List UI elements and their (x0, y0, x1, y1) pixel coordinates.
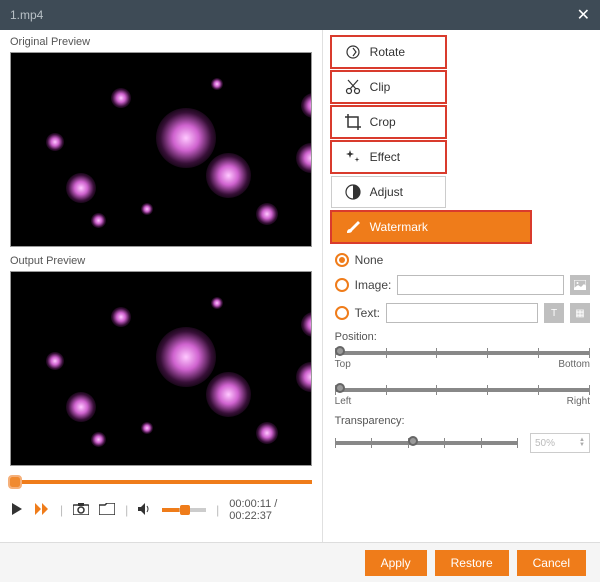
menu-adjust[interactable]: Adjust (331, 176, 446, 208)
playback-controls: | | | 00:00:11 / 00:22:37 (10, 498, 312, 522)
video-frame (11, 53, 311, 246)
radio-text-row: Text: T ▦ (335, 303, 590, 323)
radio-image-label: Image: (355, 278, 392, 292)
image-path-input[interactable] (397, 275, 564, 295)
rotate-icon (344, 43, 362, 61)
menu-label: Crop (370, 115, 396, 129)
apply-button[interactable]: Apply (365, 550, 427, 576)
menu-clip[interactable]: Clip (331, 71, 446, 103)
font-button[interactable]: T (544, 303, 564, 323)
position-vertical-slider[interactable] (335, 351, 590, 355)
separator: | (60, 503, 63, 517)
transparency-label: Transparency: (335, 415, 590, 427)
radio-text[interactable] (335, 306, 349, 320)
edit-panel: Rotate Clip Crop Effect Adjust Watermark… (323, 30, 600, 542)
radio-image[interactable] (335, 278, 349, 292)
menu-crop[interactable]: Crop (331, 106, 446, 138)
cancel-button[interactable]: Cancel (517, 550, 586, 576)
timeline-track[interactable] (10, 480, 312, 484)
footer: Apply Restore Cancel (0, 542, 600, 582)
volume-slider[interactable] (162, 508, 206, 512)
slider-thumb[interactable] (335, 346, 345, 356)
output-preview-label: Output Preview (10, 255, 312, 267)
scissors-icon (344, 78, 362, 96)
position-horizontal-slider[interactable] (335, 388, 590, 392)
menu-effect[interactable]: Effect (331, 141, 446, 173)
watermark-panel: None Image: Text: T ▦ Position: (335, 253, 590, 453)
brush-icon (344, 218, 362, 236)
stars-icon (344, 148, 362, 166)
position-label: Position: (335, 331, 590, 343)
radio-none[interactable] (335, 253, 349, 267)
position-section: Position: Top Bottom Left Right (335, 331, 590, 407)
text-input[interactable] (386, 303, 538, 323)
play-icon[interactable] (10, 502, 24, 519)
stepper-buttons[interactable]: ▲▼ (579, 438, 585, 448)
radio-text-label: Text: (355, 306, 380, 320)
radio-none-row: None (335, 253, 590, 267)
pos-right-label: Right (567, 396, 590, 407)
close-icon[interactable]: ✕ (577, 5, 590, 25)
restore-button[interactable]: Restore (435, 550, 509, 576)
video-frame (11, 272, 311, 465)
pos-left-label: Left (335, 396, 352, 407)
timeline[interactable] (10, 480, 312, 484)
titlebar: 1.mp4 ✕ (0, 0, 600, 30)
menu-label: Clip (370, 80, 391, 94)
slider-thumb[interactable] (335, 383, 345, 393)
fast-forward-icon[interactable] (34, 502, 50, 519)
transparency-section: Transparency: 50% ▲▼ (335, 415, 590, 453)
snapshot-icon[interactable] (73, 503, 89, 518)
transparency-slider[interactable] (335, 441, 518, 445)
window-title: 1.mp4 (10, 8, 43, 22)
timeline-thumb[interactable] (10, 477, 20, 487)
menu-label: Watermark (370, 220, 428, 234)
transparency-stepper[interactable]: 50% ▲▼ (530, 433, 590, 453)
menu-label: Rotate (370, 45, 405, 59)
image-browse-button[interactable] (570, 275, 590, 295)
main-area: Original Preview Output Preview (0, 30, 600, 542)
pos-top-label: Top (335, 359, 351, 370)
menu-label: Effect (370, 150, 400, 164)
menu-watermark[interactable]: Watermark (331, 211, 531, 243)
folder-icon[interactable] (99, 503, 115, 518)
volume-thumb[interactable] (180, 505, 190, 515)
volume-icon[interactable] (138, 503, 152, 518)
menu-rotate[interactable]: Rotate (331, 36, 446, 68)
separator: | (216, 503, 219, 517)
contrast-icon (344, 183, 362, 201)
time-total: 00:22:37 (229, 510, 272, 522)
time-current: 00:00:11 (229, 498, 271, 510)
menu-label: Adjust (370, 185, 403, 199)
crop-icon (344, 113, 362, 131)
transparency-value: 50% (535, 438, 555, 449)
output-preview (10, 271, 312, 466)
preview-column: Original Preview Output Preview (0, 30, 323, 542)
pos-bottom-label: Bottom (558, 359, 590, 370)
original-preview-label: Original Preview (10, 36, 312, 48)
radio-image-row: Image: (335, 275, 590, 295)
time-display: 00:00:11 / 00:22:37 (229, 498, 311, 522)
slider-thumb[interactable] (408, 436, 418, 446)
original-preview (10, 52, 312, 247)
radio-none-label: None (355, 253, 384, 267)
separator: | (125, 503, 128, 517)
color-button[interactable]: ▦ (570, 303, 590, 323)
